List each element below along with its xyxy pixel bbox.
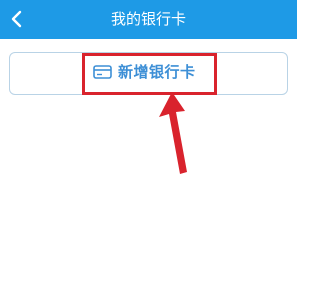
arrow-up-icon xyxy=(159,92,187,174)
bank-cards-screen: 我的银行卡 新增银行卡 xyxy=(0,0,297,290)
nav-bar: 我的银行卡 xyxy=(0,0,297,39)
add-bank-card-label: 新增银行卡 xyxy=(118,63,196,81)
credit-card-icon xyxy=(93,65,112,79)
page-title: 我的银行卡 xyxy=(110,10,186,28)
